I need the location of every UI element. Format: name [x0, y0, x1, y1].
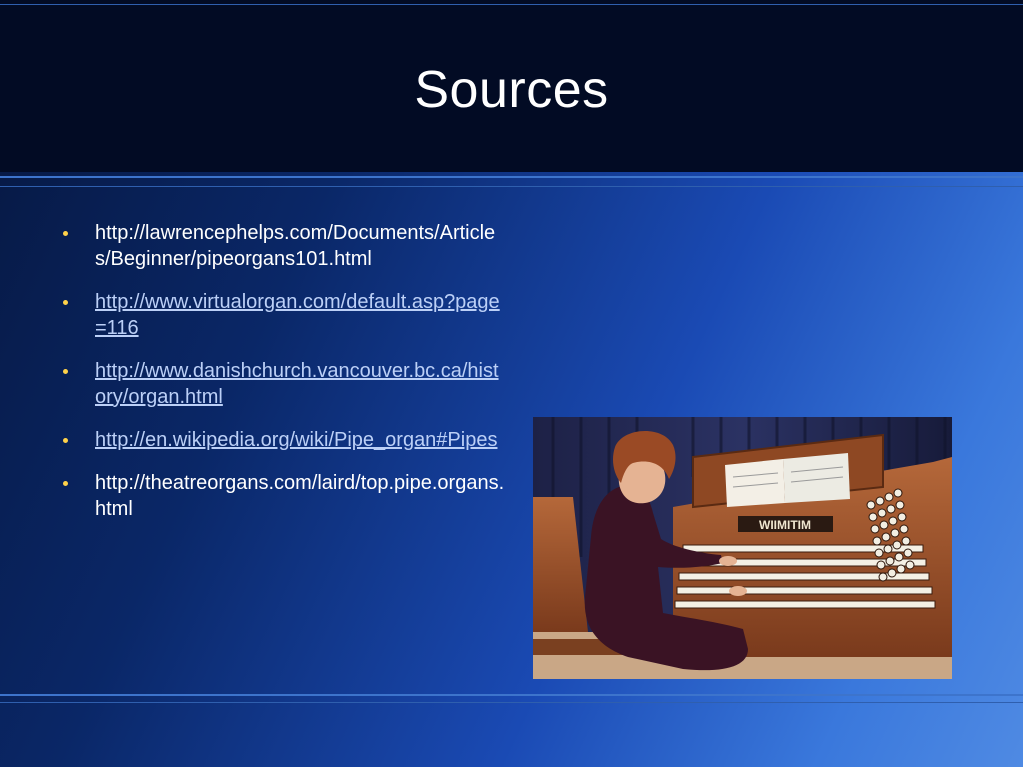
bullet-icon — [60, 358, 70, 384]
source-item: http://lawrencephelps.com/Documents/Arti… — [58, 220, 508, 272]
bullet-icon — [60, 220, 70, 246]
footer-divider-thin — [0, 702, 1023, 703]
console-nameplate: WIIMITIM — [759, 518, 811, 532]
header-divider-thin — [0, 186, 1023, 187]
source-link[interactable]: http://en.wikipedia.org/wiki/Pipe_organ#… — [95, 429, 497, 451]
slide-title: Sources — [414, 61, 609, 119]
slide: Sources http://lawrencephelps.com/Docume… — [0, 0, 1023, 767]
source-item: http://www.virtualorgan.com/default.asp?… — [58, 289, 508, 341]
source-link[interactable]: http://lawrencephelps.com/Documents/Arti… — [95, 222, 495, 270]
source-link[interactable]: http://www.virtualorgan.com/default.asp?… — [95, 291, 500, 339]
source-link[interactable]: http://theatreorgans.com/laird/top.pipe.… — [95, 472, 504, 520]
bullet-icon — [60, 470, 70, 496]
slide-header: Sources — [0, 0, 1023, 172]
organ-photo: WIIMITIM — [533, 417, 952, 679]
source-item: http://www.danishchurch.vancouver.bc.ca/… — [58, 358, 508, 410]
bullet-icon — [60, 427, 70, 453]
source-item: http://en.wikipedia.org/wiki/Pipe_organ#… — [58, 427, 508, 453]
source-item: http://theatreorgans.com/laird/top.pipe.… — [58, 470, 508, 522]
bullet-icon — [60, 289, 70, 315]
footer-divider — [0, 694, 1023, 696]
header-top-line — [0, 4, 1023, 5]
sources-list: http://lawrencephelps.com/Documents/Arti… — [58, 220, 508, 539]
header-divider — [0, 176, 1023, 178]
organ-illustration: WIIMITIM — [533, 417, 952, 679]
source-link[interactable]: http://www.danishchurch.vancouver.bc.ca/… — [95, 360, 499, 408]
